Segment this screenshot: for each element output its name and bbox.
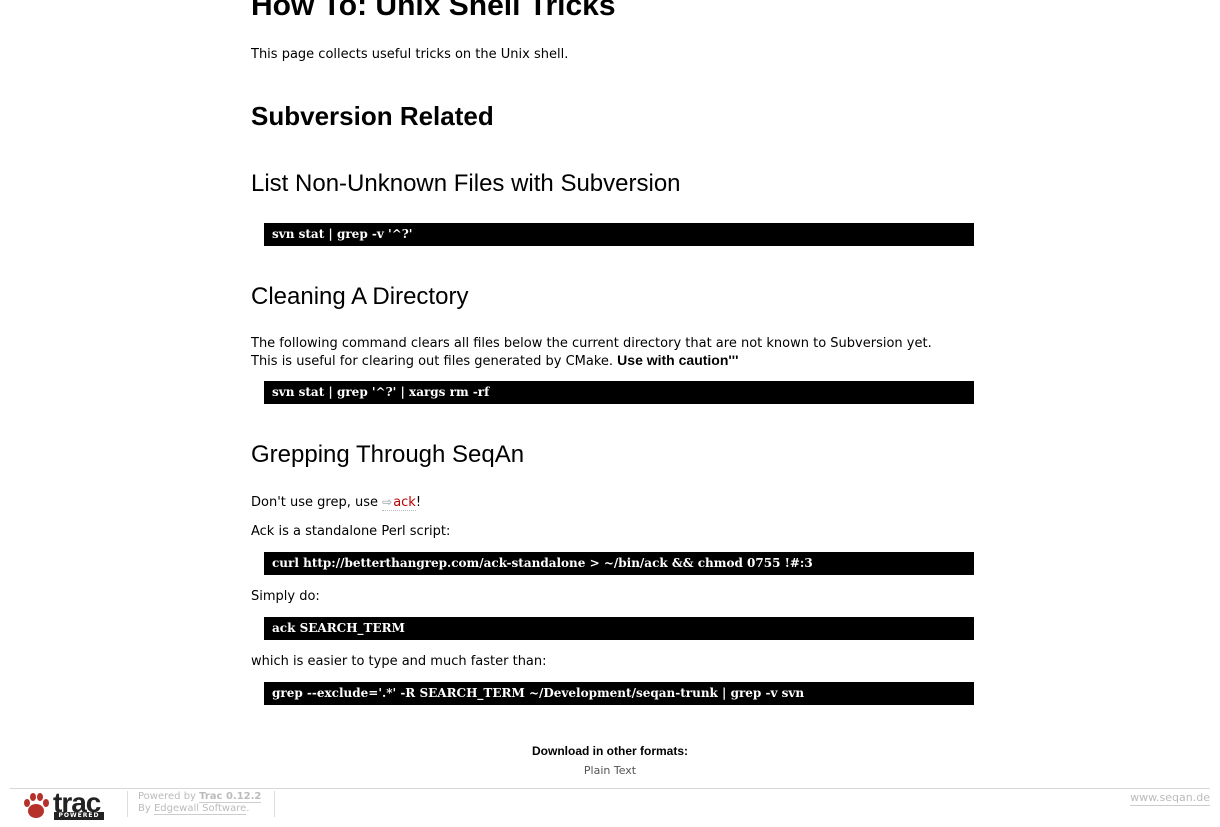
wiki-page: How To: Unix Shell Tricks This page coll… — [0, 0, 1220, 827]
section-heading-subversion: Subversion Related — [251, 101, 494, 131]
ack-link-label: ack — [393, 495, 416, 510]
trac-powered-logo[interactable]: trac POWERED — [23, 787, 107, 821]
heading-cleaning: Cleaning A Directory — [251, 283, 469, 310]
code-block-install-ack: curl http://betterthangrep.com/ack-stand… — [264, 552, 974, 575]
ack-link[interactable]: ⇨ack — [382, 495, 416, 511]
plain-text-link[interactable]: Plain Text — [584, 764, 636, 777]
page-title: How To: Unix Shell Tricks — [251, 0, 616, 22]
cleaning-line-2: This is useful for clearing out files ge… — [251, 354, 618, 369]
ack-suffix: ! — [415, 495, 422, 510]
code-block-ack-search: ack SEARCH_TERM — [264, 617, 974, 640]
external-link-icon: ⇨ — [382, 495, 393, 509]
edgewall-link[interactable]: Edgewall Software — [153, 803, 247, 815]
caution-text: Use with caution''' — [617, 352, 739, 368]
cleaning-line-1: The following command clears all files b… — [251, 336, 932, 351]
easier-paragraph: which is easier to type and much faster … — [251, 654, 547, 669]
trac-version-link[interactable]: Trac 0.12.2 — [199, 791, 262, 803]
code-block-cleaning: svn stat | grep '^?' | xargs rm -rf — [264, 381, 974, 404]
code-block-grep: grep --exclude='.*' -R SEARCH_TERM ~/Dev… — [264, 682, 974, 705]
footer-separator — [274, 791, 275, 817]
cleaning-paragraph: The following command clears all files b… — [251, 335, 932, 370]
heading-list-files: List Non-Unknown Files with Subversion — [251, 170, 681, 197]
footer-divider — [10, 788, 1210, 789]
footer-separator — [127, 791, 128, 817]
heading-grepping: Grepping Through SeqAn — [251, 441, 525, 468]
site-link[interactable]: www.seqan.de — [1130, 791, 1210, 806]
intro-paragraph: This page collects useful tricks on the … — [251, 47, 569, 62]
ack-prefix: Don't use grep, use — [251, 495, 383, 510]
download-formats: Download in other formats: Plain Text — [0, 743, 1220, 779]
trac-logo-powered: POWERED — [54, 812, 104, 820]
simply-do-paragraph: Simply do: — [251, 589, 320, 604]
trac-version: Trac 0.12.2 — [199, 791, 262, 802]
by-suffix: . — [246, 803, 250, 814]
ack-paragraph: Don't use grep, use ⇨ack! — [251, 494, 421, 511]
powered-by: Powered by Trac 0.12.2 By Edgewall Softw… — [138, 791, 262, 815]
by-label: By — [138, 803, 154, 814]
download-formats-title: Download in other formats: — [532, 744, 688, 758]
ack-standalone-paragraph: Ack is a standalone Perl script: — [251, 524, 451, 539]
paw-icon — [24, 793, 49, 818]
code-block-list-files: svn stat | grep -v '^?' — [264, 223, 974, 246]
powered-by-label: Powered by — [138, 791, 200, 802]
